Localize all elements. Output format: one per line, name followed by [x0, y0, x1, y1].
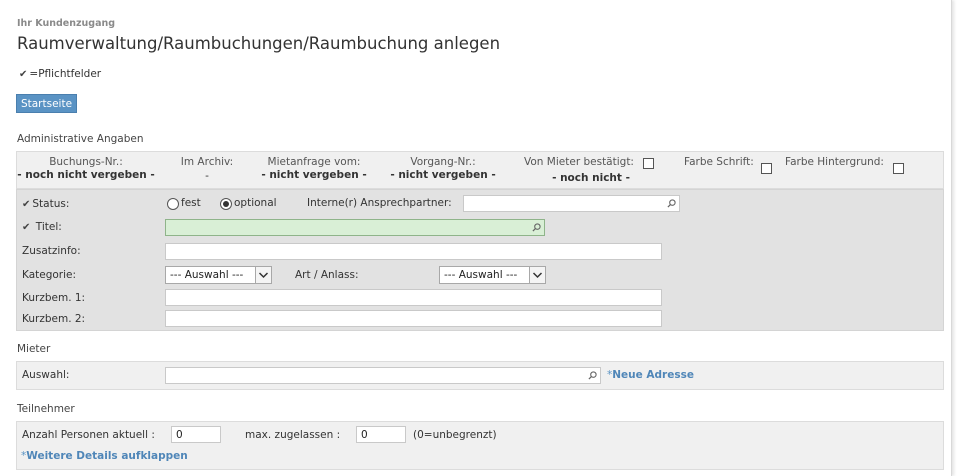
title-label: ✔ Titel:: [22, 221, 62, 233]
customer-area-label: Ihr Kundenzugang: [17, 18, 116, 29]
chevron-down-icon[interactable]: [255, 267, 271, 283]
admin-info-panel: Buchungs-Nr.: - noch nicht vergeben - Im…: [16, 151, 944, 189]
title-label-text: Titel:: [35, 221, 62, 233]
new-address-text: Neue Adresse: [612, 369, 694, 381]
required-fields-note: ✔ =Pflichtfelder: [19, 68, 101, 80]
process-no-value: - nicht vergeben -: [390, 169, 496, 181]
more-details-text: Weitere Details aufklappen: [26, 450, 188, 462]
tenant-panel: Auswahl: *Neue Adresse: [16, 361, 944, 390]
rental-request-header: Mietanfrage vom:: [267, 156, 361, 168]
status-fest-label: fest: [181, 197, 201, 209]
check-icon: ✔: [22, 222, 31, 233]
status-label: ✔ Status:: [22, 198, 69, 210]
short-note-2-input[interactable]: [165, 310, 662, 327]
occasion-label: Art / Anlass:: [295, 269, 359, 281]
status-label-text: Status:: [32, 198, 70, 210]
short-note-1-label: Kurzbem. 1:: [22, 292, 86, 304]
title-input[interactable]: [165, 219, 545, 236]
max-persons-hint: (0=unbegrenzt): [413, 429, 497, 441]
home-button[interactable]: Startseite: [16, 94, 77, 113]
bg-color-header: Farbe Hintergrund:: [785, 156, 884, 168]
category-select[interactable]: --- Auswahl ---: [165, 266, 272, 284]
category-label: Kategorie:: [22, 269, 77, 281]
magnifier-icon[interactable]: [667, 199, 676, 208]
bg-color-checkbox[interactable]: [893, 163, 904, 174]
status-radio-fest[interactable]: [167, 198, 179, 210]
extra-info-label: Zusatzinfo:: [22, 245, 81, 257]
page-container: Ihr Kundenzugang Raumverwaltung/Raumbuch…: [0, 0, 952, 476]
tenant-confirmed-value: - noch nicht -: [552, 172, 630, 184]
new-address-link[interactable]: *Neue Adresse: [607, 369, 694, 381]
process-no-header: Vorgang-Nr.:: [410, 156, 476, 168]
booking-no-header: Buchungs-Nr.:: [49, 156, 123, 168]
max-persons-input[interactable]: [356, 426, 406, 443]
contact-person-input[interactable]: [463, 195, 680, 212]
tenant-search-input[interactable]: [165, 367, 601, 384]
contact-person-label: Interne(r) Ansprechpartner:: [307, 197, 452, 209]
archive-header: Im Archiv:: [180, 156, 234, 168]
current-persons-input[interactable]: [171, 426, 221, 443]
short-note-1-input[interactable]: [165, 289, 662, 306]
booking-no-value: - noch nicht vergeben -: [17, 169, 155, 181]
archive-value: -: [205, 170, 209, 182]
occasion-select-value: --- Auswahl ---: [444, 269, 518, 281]
rental-request-value: - nicht vergeben -: [261, 169, 367, 181]
participants-panel: Anzahl Personen aktuell : max. zugelasse…: [16, 421, 944, 470]
magnifier-icon[interactable]: [532, 223, 541, 232]
status-radio-optional[interactable]: [220, 198, 232, 210]
extra-info-input[interactable]: [165, 243, 662, 260]
max-persons-label: max. zugelassen :: [245, 429, 341, 441]
required-note-text: =Pflichtfelder: [29, 68, 102, 80]
status-optional-label: optional: [234, 197, 277, 209]
current-persons-label: Anzahl Personen aktuell :: [22, 429, 155, 441]
section-tenant-label: Mieter: [17, 343, 51, 355]
chevron-down-icon[interactable]: [529, 267, 545, 283]
booking-form-panel: ✔ Status: fest optional Interne(r) Anspre…: [16, 189, 944, 331]
category-select-value: --- Auswahl ---: [170, 269, 244, 281]
section-participants-label: Teilnehmer: [17, 403, 75, 415]
short-note-2-label: Kurzbem. 2:: [22, 313, 86, 325]
tenant-select-label: Auswahl:: [22, 369, 70, 381]
magnifier-icon[interactable]: [588, 371, 597, 380]
font-color-checkbox[interactable]: [761, 163, 772, 174]
tenant-confirmed-checkbox[interactable]: [643, 158, 654, 169]
page-title: Raumverwaltung/Raumbuchungen/Raumbuchung…: [17, 34, 501, 53]
section-admin-label: Administrative Angaben: [17, 133, 144, 145]
occasion-select[interactable]: --- Auswahl ---: [439, 266, 546, 284]
check-icon: ✔: [19, 69, 28, 80]
font-color-header: Farbe Schrift:: [684, 156, 754, 168]
more-details-link[interactable]: *Weitere Details aufklappen: [21, 450, 188, 462]
check-icon: ✔: [22, 199, 31, 210]
tenant-confirmed-header: Von Mieter bestätigt:: [524, 156, 634, 168]
